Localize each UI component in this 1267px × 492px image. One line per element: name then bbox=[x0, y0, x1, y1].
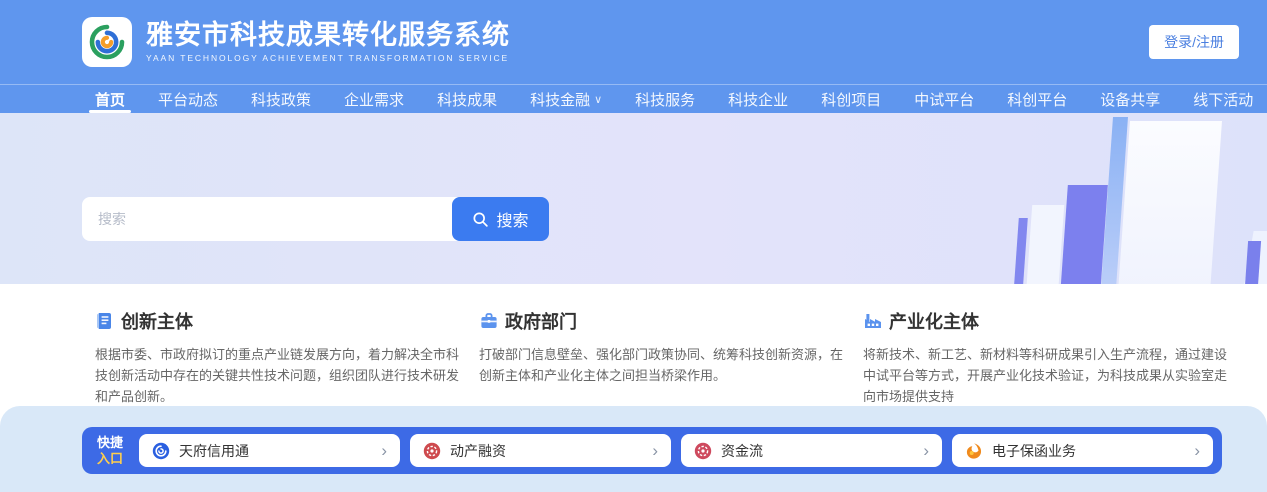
login-register-button[interactable]: 登录/注册 bbox=[1149, 25, 1239, 59]
nav-item-home[interactable]: 首页 bbox=[95, 85, 125, 113]
nav-item-innovation-platform[interactable]: 科创平台 bbox=[1007, 85, 1067, 113]
nav-item-enterprise-needs[interactable]: 企业需求 bbox=[344, 85, 404, 113]
search-input[interactable] bbox=[82, 197, 460, 241]
hero-decor-bar bbox=[1244, 241, 1261, 284]
seal-red-icon bbox=[423, 442, 441, 460]
swirl-blue-icon bbox=[152, 442, 170, 460]
briefcase-icon bbox=[479, 311, 499, 331]
feature-government-departments: 政府部门 打破部门信息壁垒、强化部门政策协同、统筹科技创新资源，在创新主体和产业… bbox=[479, 308, 843, 406]
feature-innovation-entities: 创新主体 根据市委、市政府拟订的重点产业链发展方向，着力解决全市科技创新活动中存… bbox=[95, 308, 459, 406]
header: 雅安市科技成果转化服务系统 YAAN TECHNOLOGY ACHIEVEMEN… bbox=[0, 0, 1267, 84]
feature-title: 政府部门 bbox=[505, 308, 577, 334]
search-button[interactable]: 搜索 bbox=[452, 197, 549, 241]
feature-industrialization-entities: 产业化主体 将新技术、新工艺、新材料等科研成果引入生产流程，通过建设中试平台等方… bbox=[863, 308, 1227, 406]
nav-item-platform-news[interactable]: 平台动态 bbox=[158, 85, 218, 113]
hero-decor-bar bbox=[1013, 218, 1028, 284]
title-block: 雅安市科技成果转化服务系统 YAAN TECHNOLOGY ACHIEVEMEN… bbox=[146, 21, 510, 63]
hero-banner: 搜索 bbox=[0, 113, 1267, 284]
nav-item-tech-policy[interactable]: 科技政策 bbox=[251, 85, 311, 113]
search-icon bbox=[472, 211, 489, 228]
factory-icon bbox=[863, 311, 883, 331]
feature-title: 创新主体 bbox=[121, 308, 193, 334]
site-subtitle: YAAN TECHNOLOGY ACHIEVEMENT TRANSFORMATI… bbox=[146, 53, 510, 63]
quicklinks-panel: 快捷 入口 天府信用通 › 动产融资 › bbox=[0, 406, 1267, 492]
nav-item-offline-activities[interactable]: 线下活动 bbox=[1193, 85, 1253, 113]
search-bar: 搜索 bbox=[82, 197, 549, 241]
quicklink-e-guarantee[interactable]: 电子保函业务 › bbox=[952, 434, 1213, 467]
quicklink-capital-flow[interactable]: 资金流 › bbox=[681, 434, 942, 467]
site-title: 雅安市科技成果转化服务系统 bbox=[146, 21, 510, 49]
quicklink-chattel-financing[interactable]: 动产融资 › bbox=[410, 434, 671, 467]
quicklink-tianfu-credit[interactable]: 天府信用通 › bbox=[139, 434, 400, 467]
feature-description: 将新技术、新工艺、新材料等科研成果引入生产流程，通过建设中试平台等方式，开展产业… bbox=[863, 344, 1227, 407]
hero-decor-bar bbox=[1116, 121, 1222, 284]
chevron-right-icon: › bbox=[1194, 442, 1200, 459]
main-nav: 首页 平台动态 科技政策 企业需求 科技成果 科技金融 ∨ 科技服务 科技企业 … bbox=[0, 84, 1267, 113]
chevron-right-icon: › bbox=[923, 442, 929, 459]
feature-description: 根据市委、市政府拟订的重点产业链发展方向，着力解决全市科技创新活动中存在的关键共… bbox=[95, 344, 459, 407]
nav-item-innovation-projects[interactable]: 科创项目 bbox=[821, 85, 881, 113]
document-icon bbox=[95, 311, 115, 331]
quicklinks-label: 快捷 入口 bbox=[91, 435, 129, 466]
nav-item-pilot-platform[interactable]: 中试平台 bbox=[914, 85, 974, 113]
feature-description: 打破部门信息壁垒、强化部门政策协同、统筹科技创新资源，在创新主体和产业化主体之间… bbox=[479, 344, 843, 386]
nav-item-tech-enterprises[interactable]: 科技企业 bbox=[728, 85, 788, 113]
nav-item-tech-finance[interactable]: 科技金融 ∨ bbox=[530, 85, 602, 113]
chevron-right-icon: › bbox=[381, 442, 387, 459]
flame-orange-icon bbox=[965, 442, 983, 460]
chevron-right-icon: › bbox=[652, 442, 658, 459]
site-logo-icon bbox=[82, 17, 132, 67]
nav-item-equipment-sharing[interactable]: 设备共享 bbox=[1100, 85, 1160, 113]
seal-red-icon bbox=[694, 442, 712, 460]
nav-item-tech-services[interactable]: 科技服务 bbox=[635, 85, 695, 113]
feature-title: 产业化主体 bbox=[889, 308, 979, 334]
search-button-label: 搜索 bbox=[496, 207, 528, 231]
quicklinks-strip: 快捷 入口 天府信用通 › 动产融资 › bbox=[82, 427, 1222, 474]
nav-item-tech-achievements[interactable]: 科技成果 bbox=[437, 85, 497, 113]
hero-decor-bar bbox=[1060, 185, 1108, 284]
chevron-down-icon: ∨ bbox=[594, 93, 602, 106]
swirl-logo-icon bbox=[87, 22, 127, 62]
feature-section: 创新主体 根据市委、市政府拟订的重点产业链发展方向，着力解决全市科技创新活动中存… bbox=[0, 284, 1267, 406]
hero-decor-bar bbox=[1026, 205, 1064, 284]
